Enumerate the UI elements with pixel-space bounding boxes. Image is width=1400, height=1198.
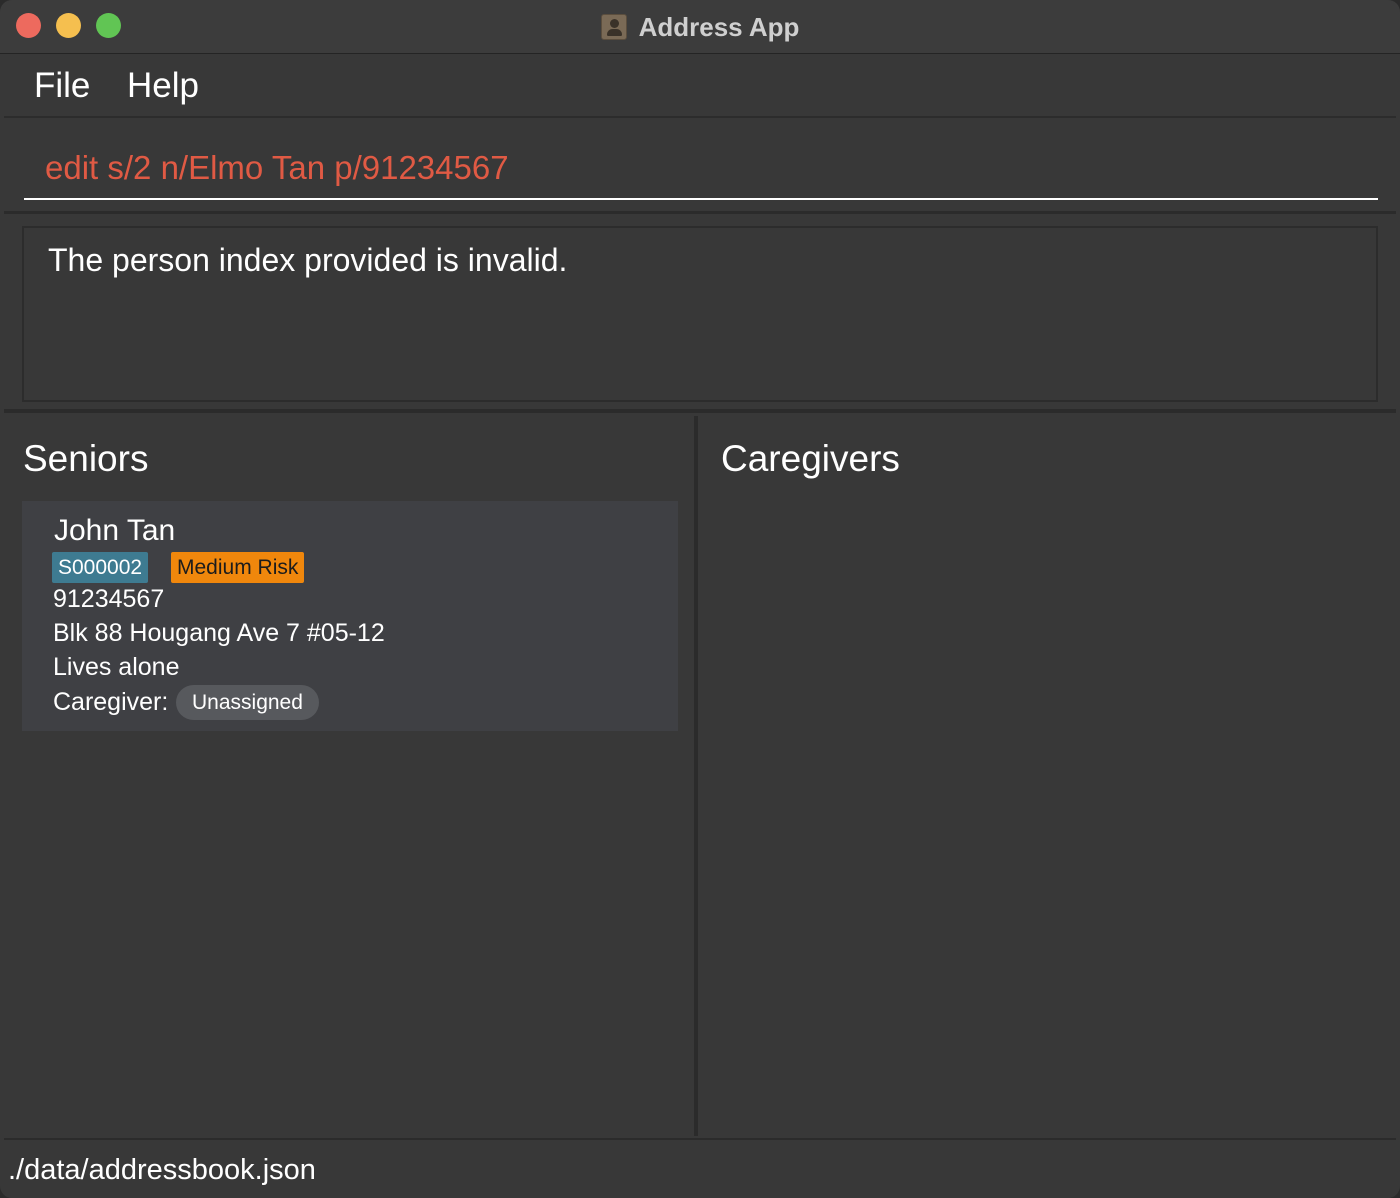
senior-card[interactable]: John Tan S000002 Medium Risk 91234567 Bl…: [22, 501, 678, 731]
title-bar[interactable]: Address App: [0, 0, 1400, 54]
command-box: [4, 120, 1396, 214]
caregivers-panel: Caregivers: [702, 416, 1396, 1136]
data-file-path: ./data/addressbook.json: [8, 1154, 316, 1186]
senior-id-tag: S000002: [52, 552, 149, 583]
address-book-icon: [600, 14, 627, 40]
senior-name: John Tan: [54, 514, 176, 547]
result-display: The person index provided is invalid.: [4, 217, 1396, 413]
caregiver-label: Caregiver:: [53, 688, 169, 716]
seniors-panel: Seniors John Tan S000002 Medium Risk 912…: [4, 416, 698, 1136]
app-window: Address App File Help The person index p…: [0, 0, 1400, 1198]
senior-phone: 91234567: [53, 585, 165, 613]
menu-bar: File Help: [4, 56, 1396, 118]
list-panels: Seniors John Tan S000002 Medium Risk 912…: [4, 416, 1396, 1136]
caregiver-status-badge: Unassigned: [176, 685, 319, 720]
window-title-group: Address App: [0, 0, 1400, 54]
command-input[interactable]: [24, 138, 1378, 200]
menu-help[interactable]: Help: [127, 66, 199, 106]
caregivers-title: Caregivers: [721, 438, 900, 479]
menu-file[interactable]: File: [34, 66, 90, 106]
risk-level-tag: Medium Risk: [171, 552, 305, 583]
seniors-title: Seniors: [23, 438, 149, 479]
result-box[interactable]: The person index provided is invalid.: [22, 226, 1378, 402]
senior-address: Blk 88 Hougang Ave 7 #05-12: [53, 619, 385, 647]
result-message: The person index provided is invalid.: [48, 242, 568, 278]
window-title: Address App: [638, 11, 800, 42]
senior-living-situation: Lives alone: [53, 653, 180, 681]
status-bar: ./data/addressbook.json: [4, 1138, 1396, 1198]
